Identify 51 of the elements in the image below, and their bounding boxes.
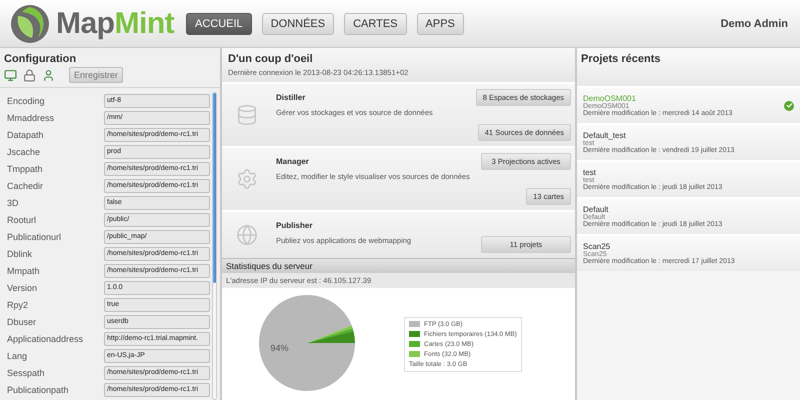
project-name: Default xyxy=(583,205,610,214)
field-label: Dblink xyxy=(7,248,34,258)
logo-text: MapMint xyxy=(56,6,174,40)
nav-tab[interactable]: ACCUEIL xyxy=(186,12,252,34)
module-name: Publisher xyxy=(276,221,314,230)
field-label: Datapath xyxy=(7,130,45,140)
field-label: Rpy2 xyxy=(7,300,30,310)
field-label: Encoding xyxy=(7,96,46,106)
legend-swatch xyxy=(409,341,420,347)
nav-tab[interactable]: CARTES xyxy=(344,12,407,34)
field-label: 3D xyxy=(7,198,20,208)
slice-label: 94% xyxy=(270,343,288,354)
user-icon[interactable] xyxy=(42,68,55,82)
project-name: Default_test xyxy=(583,131,627,140)
field-label: Sesspath xyxy=(7,368,46,378)
legend-swatch xyxy=(409,351,420,357)
panel-title: Configuration xyxy=(3,52,78,67)
legend-swatch xyxy=(409,331,420,337)
lock-icon[interactable] xyxy=(23,68,36,82)
field-label: Publicationurl xyxy=(7,232,62,242)
field-label: Mmaddress xyxy=(7,112,56,122)
field-label: Cachedir xyxy=(7,180,44,190)
field-label: Mmpath xyxy=(7,266,41,276)
legend-swatch xyxy=(409,321,420,327)
gear-icon xyxy=(236,168,258,190)
module-name: Manager xyxy=(276,157,310,166)
field-label: Dbuser xyxy=(7,316,38,326)
field-label: Jscache xyxy=(7,146,42,156)
field-label: Applicationaddress xyxy=(7,334,84,344)
field-label: Version xyxy=(7,282,38,292)
field-label: Rooturl xyxy=(7,214,38,224)
field-label: Tmppath xyxy=(7,164,44,174)
database-icon xyxy=(236,104,258,126)
nav-tab[interactable]: DONNÉES xyxy=(262,12,334,34)
scrollbar-thumb[interactable] xyxy=(213,93,216,283)
globe-icon xyxy=(236,224,258,246)
user-name[interactable]: Demo Admin xyxy=(720,18,788,30)
check-icon xyxy=(784,100,794,110)
module-name: Distiller xyxy=(276,93,306,102)
project-name: Scan25 xyxy=(583,242,612,251)
project-name: DemoOSM001 xyxy=(583,94,637,103)
nav-tab[interactable]: APPS xyxy=(416,12,464,34)
project-name: test xyxy=(583,168,597,177)
panel-title: D'un coup d'oeil xyxy=(228,53,314,65)
leaf-logo-icon xyxy=(10,4,50,44)
monitor-icon[interactable] xyxy=(4,68,17,82)
panel-title: Projets récents xyxy=(580,52,662,67)
field-label: Publicationpath xyxy=(7,384,70,394)
scrollbar[interactable] xyxy=(212,92,217,400)
section-header: Statistiques du serveur xyxy=(222,258,575,273)
field-label: Lang xyxy=(7,350,28,360)
